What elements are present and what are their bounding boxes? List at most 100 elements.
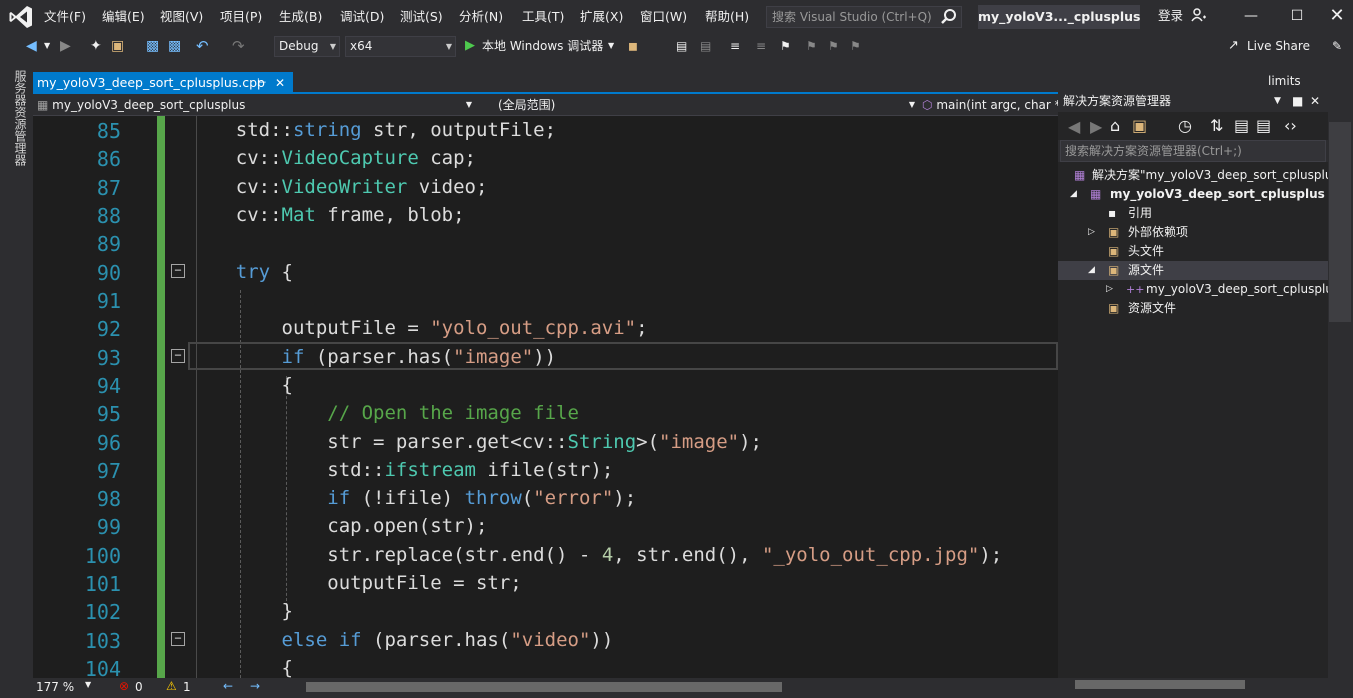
forward-icon[interactable]: ▶ [1090,117,1102,136]
save-icon[interactable]: ▩ [146,36,159,56]
menu-file[interactable]: 文件(F) [44,0,86,34]
chevron-down-icon[interactable]: ▼ [44,36,50,56]
open-folder-icon[interactable]: ▣ [111,36,124,56]
step-over-icon[interactable]: ▤ [700,36,711,56]
play-icon[interactable]: ▶ [465,36,475,56]
bookmark-icon[interactable]: ⚑ [780,36,791,56]
search-input[interactable]: 搜索 Visual Studio (Ctrl+Q) [766,6,962,28]
menu-extensions[interactable]: 扩展(X) [580,0,623,34]
warning-icon: ⚠ [166,679,177,693]
close-icon[interactable]: ✕ [1310,90,1320,112]
menu-window[interactable]: 窗口(W) [640,0,687,34]
menu-help[interactable]: 帮助(H) [705,0,749,34]
solution-search-input[interactable]: 搜索解决方案资源管理器(Ctrl+;) [1060,140,1326,162]
line-number: 98 [96,487,121,511]
tree-item-project[interactable]: ◢ ▦ my_yoloV3_deep_sort_cplusplus [1058,185,1328,204]
line-number: 102 [84,600,121,624]
code-editor[interactable]: 85 86 87 88 89 90 91 92 93 94 95 96 97 9… [33,116,1058,678]
tab-document[interactable]: my_yoloV3_deep_sort_cplusplus.cpp ⊢ ✕ [33,72,293,94]
arrow-left-icon[interactable]: ← [223,679,233,693]
tree-item-solution[interactable]: ▦ 解决方案"my_yoloV3_deep_sort_cplusplus [1058,166,1328,185]
platform-dropdown[interactable]: x64 ▼ [345,36,456,57]
close-tab-icon[interactable]: ✕ [275,72,285,94]
new-project-icon[interactable]: ✦ [90,36,102,56]
collapsed-icon[interactable]: ▷ [1088,223,1095,242]
start-debug-button[interactable]: 本地 Windows 调试器 [482,36,603,56]
limits-tab[interactable]: limits [1268,74,1301,88]
menu-view[interactable]: 视图(V) [160,0,203,34]
clear-bookmarks-icon[interactable]: ⚑ [850,36,861,56]
uncomment-icon[interactable]: ≡ [756,36,766,56]
chevron-down-icon[interactable]: ▼ [1274,90,1281,112]
target-icon[interactable]: ◼ [628,36,638,56]
tree-item-label: 引用 [1128,206,1153,220]
forward-icon[interactable]: ▶ [60,36,71,56]
undo-icon[interactable]: ↶ [196,36,209,56]
save-all-icon[interactable]: ▩ [168,36,181,56]
chevron-down-icon[interactable]: ▼ [85,680,91,689]
collapse-icon[interactable]: − [171,349,185,363]
menu-analyze[interactable]: 分析(N) [459,0,503,34]
menu-build[interactable]: 生成(B) [279,0,322,34]
tree-item-resource-files[interactable]: ▣ 资源文件 [1058,299,1328,318]
code-line: // Open the image file [327,402,579,424]
arrow-right-icon[interactable]: → [250,679,260,693]
menu-tools[interactable]: 工具(T) [522,0,564,34]
prev-bookmark-icon[interactable]: ⚑ [806,36,817,56]
back-icon[interactable]: ◀ [26,36,37,56]
config-dropdown[interactable]: Debug ▼ [274,36,340,57]
zoom-level[interactable]: 177 % [36,680,74,694]
redo-icon[interactable]: ↷ [232,36,245,56]
tree-item-header-files[interactable]: ▣ 头文件 [1058,242,1328,261]
code-line: std::string str, outputFile; [190,119,557,141]
live-share-button[interactable]: Live Share [1247,36,1310,56]
project-dropdown[interactable]: ▦ my_yoloV3_deep_sort_cplusplus ▼ [37,95,474,115]
close-icon[interactable]: ✕ [1314,0,1353,32]
live-share-icon[interactable]: ↗ [1228,36,1239,56]
error-count[interactable]: 0 [135,680,143,694]
collapsed-icon[interactable]: ▷ [1106,280,1113,299]
comment-icon[interactable]: ≡ [730,36,740,56]
minimize-icon[interactable]: — [1228,0,1274,32]
solution-explorer-scrollbar[interactable] [1075,680,1245,689]
warning-count[interactable]: 1 [183,680,191,694]
member-dropdown[interactable]: ⬡ main(int argc, char * [922,95,1058,115]
tree-item-references[interactable]: ▪ 引用 [1058,204,1328,223]
solution-explorer-toolbar: ◀ ▶ ⌂ ▣ ◷ ⇅ ▤ ▤ ‹› [1058,112,1328,140]
horizontal-scrollbar[interactable] [306,682,782,692]
menu-edit[interactable]: 编辑(E) [102,0,145,34]
login-link[interactable]: 登录 [1158,6,1207,26]
pin-icon[interactable]: ⊢ [257,72,267,94]
menu-test[interactable]: 测试(S) [400,0,443,34]
menu-debug[interactable]: 调试(D) [340,0,384,34]
home-icon[interactable]: ⌂ [1110,116,1120,135]
chevron-down-icon[interactable]: ▼ [608,36,614,56]
collapse-all-icon[interactable]: ▤ [1234,116,1249,135]
feedback-icon[interactable]: ✎ [1332,36,1342,56]
show-all-files-icon[interactable]: ▤ [1256,116,1271,135]
window-maximize-icon[interactable]: ■ [1292,90,1303,112]
vertical-scrollbar[interactable] [1329,122,1351,322]
menu-project[interactable]: 项目(P) [220,0,262,34]
line-number: 100 [84,544,121,568]
back-icon[interactable]: ◀ [1068,117,1080,136]
code-view-icon[interactable]: ‹› [1284,116,1297,135]
switch-views-icon[interactable]: ▣ [1132,116,1147,135]
chevron-down-icon: ▼ [908,100,915,109]
expanded-icon[interactable]: ◢ [1070,185,1077,204]
tree-item-source-files[interactable]: ◢ ▣ 源文件 [1058,261,1328,280]
tree-item-label: my_yoloV3_deep_sort_cplusplus [1110,187,1325,201]
next-bookmark-icon[interactable]: ⚑ [828,36,839,56]
tree-item-cpp-file[interactable]: ▷ ++ my_yoloV3_deep_sort_cplusplus [1058,280,1328,299]
expanded-icon[interactable]: ◢ [1088,261,1095,280]
tree-item-external-deps[interactable]: ▷ ▣ 外部依赖项 [1058,223,1328,242]
collapse-icon[interactable]: − [171,264,185,278]
collapse-icon[interactable]: − [171,632,185,646]
search-icon[interactable] [940,8,958,26]
pending-changes-icon[interactable]: ◷ [1178,116,1192,135]
project-icon: ▦ [1090,187,1102,201]
sync-icon[interactable]: ⇅ [1210,116,1223,135]
step-icon[interactable]: ▤ [676,36,687,56]
server-explorer-tab[interactable]: 服务器资源管理器 [8,70,27,166]
scope-dropdown[interactable]: (全局范围) ▼ [480,95,917,115]
